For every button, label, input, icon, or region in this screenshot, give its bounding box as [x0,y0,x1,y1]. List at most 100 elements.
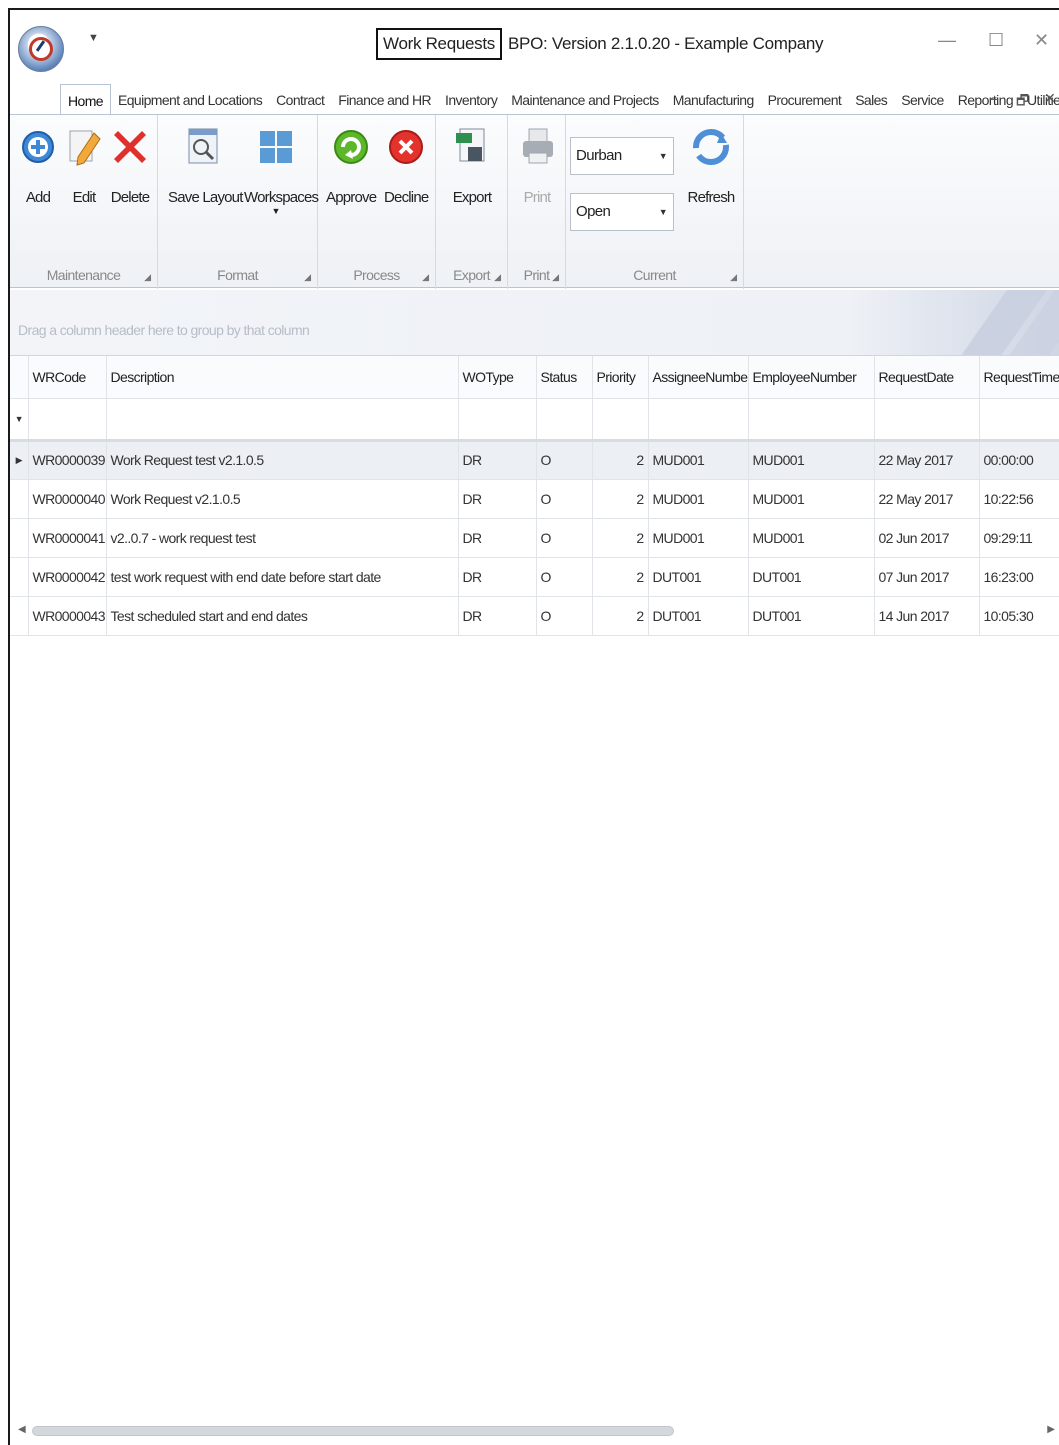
cell-description[interactable]: v2..0.7 - work request test [106,518,459,558]
save-layout-button[interactable]: Save Layout [168,125,243,206]
tab-procurement[interactable]: Procurement [761,84,849,116]
cell-wotype[interactable]: DR [458,557,537,597]
cell-assigneenumber[interactable]: MUD001 [648,518,749,558]
cell-wotype[interactable]: DR [458,518,537,558]
cell-wrcode[interactable]: WR0000041 [28,518,107,558]
cell-priority[interactable]: 2 [592,557,649,597]
cell-wotype[interactable]: DR [458,596,537,636]
column-header-requesttime[interactable]: RequestTime [979,356,1059,399]
cell-wrcode[interactable]: WR0000039 [28,440,107,480]
column-header-assigneenumber[interactable]: AssigneeNumber [648,356,749,399]
cell-description[interactable]: Work Request test v2.1.0.5 [106,440,459,480]
filter-cell[interactable] [106,398,459,442]
horizontal-scrollbar[interactable]: ◀ ▶ [10,1422,1059,1440]
table-row[interactable]: WR0000041 v2..0.7 - work request test DR O 2… [10,518,1059,558]
tab-inventory[interactable]: Inventory [438,84,504,116]
edit-button[interactable]: Edit [64,125,104,206]
cell-status[interactable]: O [536,479,593,519]
filter-cell[interactable] [536,398,593,442]
cell-status[interactable]: O [536,557,593,597]
process-launcher-icon[interactable]: ◢ [422,272,429,283]
status-select[interactable]: Open ▼ [570,193,674,231]
cell-requestdate[interactable]: 22 May 2017 [874,440,980,480]
column-header-wrcode[interactable]: WRCode [28,356,107,399]
cell-requesttime[interactable]: 09:29:11 [979,518,1059,558]
cell-employeenumber[interactable]: DUT001 [748,596,875,636]
column-header-status[interactable]: Status [536,356,593,399]
close-icon[interactable]: ✕ [1034,30,1049,51]
cell-priority[interactable]: 2 [592,518,649,558]
quick-access-dropdown-icon[interactable]: ▼ [88,32,99,44]
cell-priority[interactable]: 2 [592,440,649,480]
current-launcher-icon[interactable]: ◢ [730,272,737,283]
tab-equipment-and-locations[interactable]: Equipment and Locations [111,84,269,116]
print-button[interactable]: Print [516,125,558,206]
filter-cell[interactable] [458,398,537,442]
cell-requestdate[interactable]: 02 Jun 2017 [874,518,980,558]
cell-wrcode[interactable]: WR0000040 [28,479,107,519]
cell-requesttime[interactable]: 10:05:30 [979,596,1059,636]
tab-maintenance-and-projects[interactable]: Maintenance and Projects [504,84,665,116]
scroll-right-icon[interactable]: ▶ [1047,1424,1055,1435]
cell-wotype[interactable]: DR [458,440,537,480]
cell-requestdate[interactable]: 07 Jun 2017 [874,557,980,597]
cell-description[interactable]: Work Request v2.1.0.5 [106,479,459,519]
decline-button[interactable]: Decline [384,125,429,206]
format-launcher-icon[interactable]: ◢ [304,272,311,283]
minimize-icon[interactable]: — [938,30,956,51]
maximize-icon[interactable]: ☐ [988,30,1004,51]
cell-assigneenumber[interactable]: MUD001 [648,440,749,480]
cell-status[interactable]: O [536,596,593,636]
export-button[interactable]: Export [448,125,496,206]
filter-cell[interactable] [592,398,649,442]
cell-employeenumber[interactable]: DUT001 [748,557,875,597]
filter-cell[interactable] [28,398,107,442]
column-header-requestdate[interactable]: RequestDate [874,356,980,399]
maintenance-launcher-icon[interactable]: ◢ [144,272,151,283]
cell-description[interactable]: Test scheduled start and end dates [106,596,459,636]
cell-status[interactable]: O [536,518,593,558]
cell-employeenumber[interactable]: MUD001 [748,440,875,480]
cell-priority[interactable]: 2 [592,479,649,519]
cell-requesttime[interactable]: 16:23:00 [979,557,1059,597]
column-header-wotype[interactable]: WOType [458,356,537,399]
cell-requesttime[interactable]: 00:00:00 [979,440,1059,480]
table-row[interactable]: WR0000043 Test scheduled start and end da… [10,596,1059,636]
print-launcher-icon[interactable]: ◢ [552,272,559,283]
filter-cell[interactable] [874,398,980,442]
tab-reporting[interactable]: Reporting [951,84,1020,116]
filter-cell[interactable] [979,398,1059,442]
tab-sales[interactable]: Sales [848,84,894,116]
cell-wotype[interactable]: DR [458,479,537,519]
cell-requestdate[interactable]: 22 May 2017 [874,479,980,519]
tab-manufacturing[interactable]: Manufacturing [666,84,761,116]
group-by-panel[interactable]: Drag a column header here to group by th… [10,290,1059,356]
cell-status[interactable]: O [536,440,593,480]
site-select[interactable]: Durban ▼ [570,137,674,175]
add-button[interactable]: Add [18,125,58,206]
mdi-restore-icon[interactable]: 🗗 [1016,90,1029,114]
cell-assigneenumber[interactable]: DUT001 [648,596,749,636]
export-launcher-icon[interactable]: ◢ [494,272,501,283]
cell-wrcode[interactable]: WR0000042 [28,557,107,597]
delete-button[interactable]: Delete [110,125,150,206]
workspaces-button[interactable]: Workspaces ▼ [244,125,319,216]
tab-home[interactable]: Home [60,84,111,116]
mdi-close-icon[interactable]: ✕ [1044,90,1056,107]
column-header-description[interactable]: Description [106,356,459,399]
app-menu-orb-icon[interactable] [18,26,64,72]
cell-assigneenumber[interactable]: DUT001 [648,557,749,597]
tab-service[interactable]: Service [894,84,950,116]
mdi-minimize-icon[interactable]: – [990,90,998,106]
filter-cell[interactable] [648,398,749,442]
tab-contract[interactable]: Contract [269,84,331,116]
column-header-priority[interactable]: Priority [592,356,649,399]
scroll-left-icon[interactable]: ◀ [18,1424,26,1435]
cell-description[interactable]: test work request with end date before s… [106,557,459,597]
filter-icon[interactable]: ▼ [10,398,29,442]
cell-assigneenumber[interactable]: MUD001 [648,479,749,519]
column-header-employeenumber[interactable]: EmployeeNumber [748,356,875,399]
cell-employeenumber[interactable]: MUD001 [748,518,875,558]
tab-finance-and-hr[interactable]: Finance and HR [331,84,438,116]
approve-button[interactable]: Approve [326,125,377,206]
